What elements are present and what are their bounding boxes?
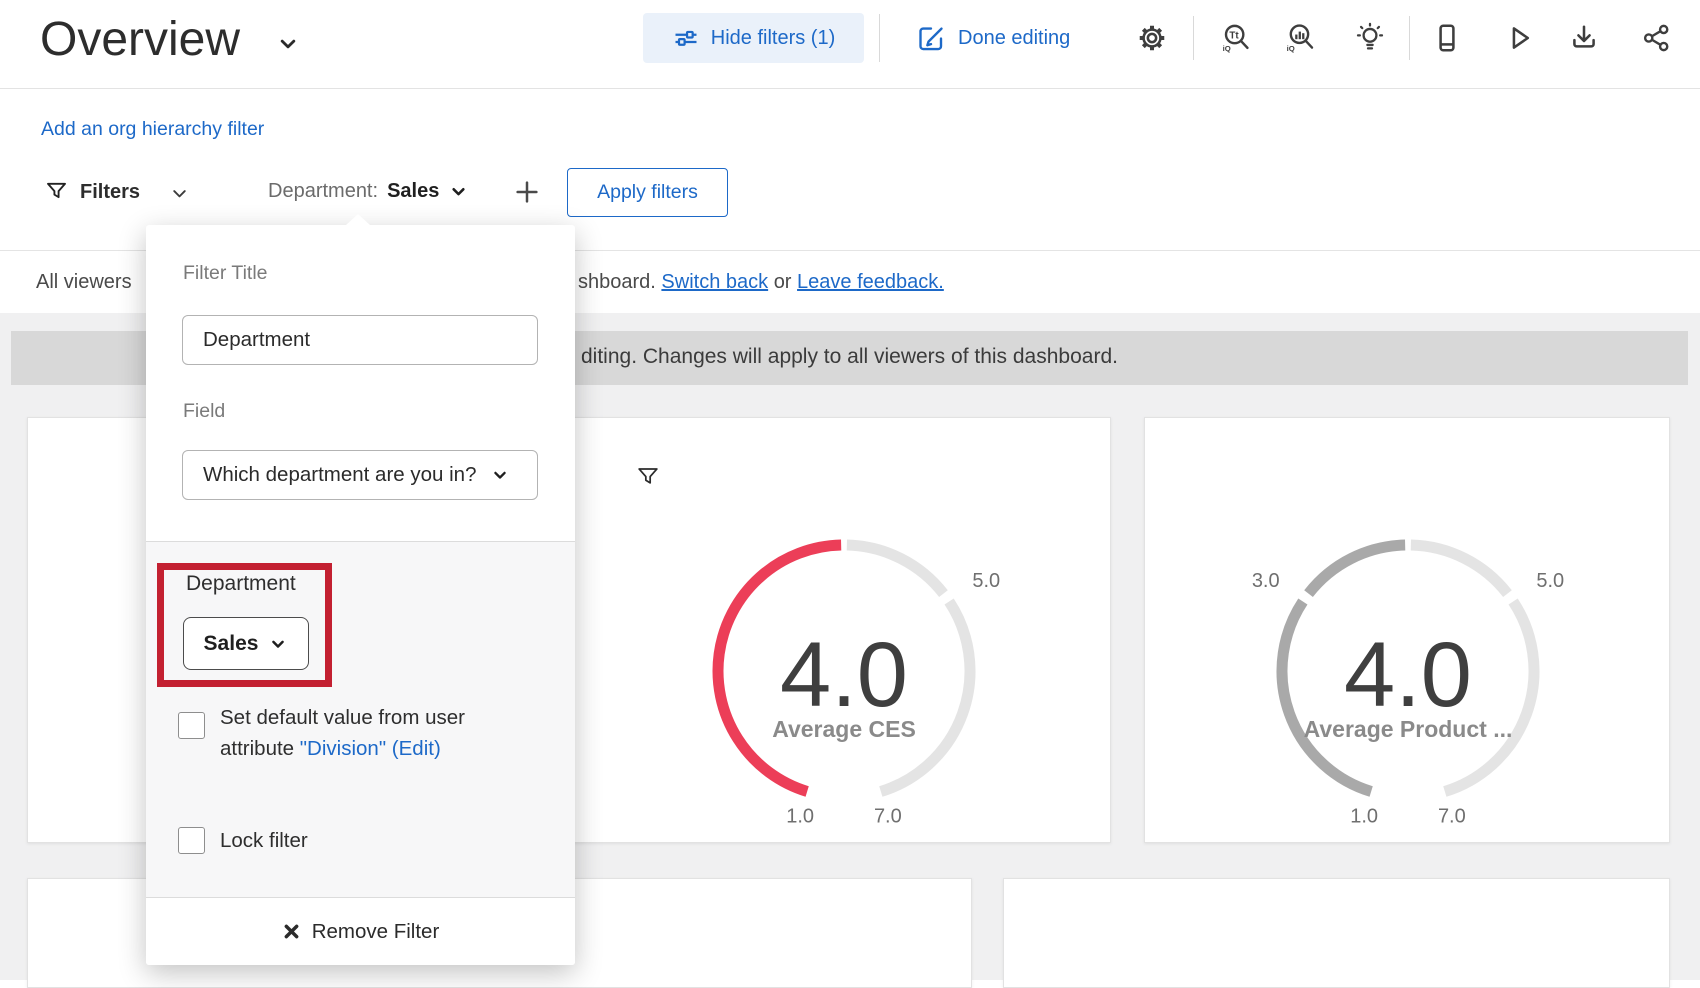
widget-card-average-product: 4.0Average Product ... 1.0 7.0 3.0 5.0 (1144, 417, 1670, 843)
filter-value-dropdown[interactable]: Sales (183, 617, 309, 670)
remove-filter-button[interactable]: Remove Filter (146, 897, 575, 965)
filters-label: Filters (80, 181, 140, 204)
lock-filter-label: Lock filter (220, 829, 308, 853)
svg-text:Average CES: Average CES (772, 716, 916, 742)
top-toolbar: Overview Hide filters (1) Done editing (0, 0, 1700, 89)
sliders-icon (672, 24, 700, 52)
leave-feedback-link[interactable]: Leave feedback. (797, 271, 944, 293)
pill-chevron-down-icon (448, 181, 469, 202)
toolbar-divider (1193, 16, 1194, 60)
popover-caret (346, 214, 370, 225)
set-default-value-checkbox[interactable] (178, 712, 205, 739)
text-iq-icon[interactable]: Tt iQ (1220, 22, 1252, 54)
editing-notice-text: diting. Changes will apply to all viewer… (581, 345, 1118, 369)
edit-pencil-icon (916, 23, 946, 53)
stats-iq-icon[interactable]: iQ (1284, 22, 1316, 54)
filter-value-dropdown-text: Sales (204, 632, 259, 656)
svg-text:7.0: 7.0 (874, 805, 902, 827)
play-icon[interactable] (1503, 22, 1535, 54)
svg-text:5.0: 5.0 (972, 570, 1000, 592)
settings-gear-icon[interactable] (1136, 22, 1168, 54)
funnel-filter-icon (44, 179, 69, 204)
svg-text:1.0: 1.0 (1350, 805, 1378, 827)
remove-x-icon (282, 922, 301, 941)
field-select-chevron-down-icon (490, 465, 510, 485)
gauge-chart-average-product: 4.0Average Product ... 1.0 7.0 3.0 5.0 (1145, 418, 1671, 844)
division-edit-link[interactable]: "Division" (Edit) (300, 737, 441, 760)
filter-pill-value: Sales (387, 180, 439, 203)
hide-filters-button[interactable]: Hide filters (1) (643, 13, 864, 63)
svg-text:4.0: 4.0 (780, 624, 908, 726)
filter-title-input[interactable]: Department (182, 315, 538, 365)
field-select[interactable]: Which department are you in? (182, 450, 538, 500)
field-label: Field (183, 400, 225, 423)
title-chevron-down-icon[interactable] (274, 30, 302, 58)
done-editing-button[interactable]: Done editing (916, 13, 1070, 63)
svg-text:3.0: 3.0 (1252, 570, 1280, 592)
svg-text:1.0: 1.0 (786, 805, 814, 827)
svg-text:Tt: Tt (1229, 31, 1239, 42)
filters-bar: Filters Department: Sales Apply filters (0, 160, 1700, 224)
filter-settings-popover: Filter Title Department Field Which depa… (146, 225, 575, 965)
set-default-value-label: Set default value from user attribute "D… (220, 702, 465, 764)
filter-title-label: Filter Title (183, 262, 268, 285)
page-title: Overview (40, 12, 240, 67)
svg-text:Average Product ...: Average Product ... (1304, 716, 1513, 742)
download-icon[interactable] (1568, 22, 1600, 54)
share-icon[interactable] (1641, 22, 1673, 54)
svg-text:4.0: 4.0 (1344, 624, 1472, 726)
svg-text:5.0: 5.0 (1536, 570, 1564, 592)
apply-filters-button[interactable]: Apply filters (567, 168, 728, 217)
lock-filter-checkbox[interactable] (178, 827, 205, 854)
widget-card-bottom-right (1003, 878, 1670, 988)
org-hierarchy-filter-link[interactable]: Add an org hierarchy filter (41, 118, 264, 141)
department-filter-pill[interactable]: Department: Sales (268, 180, 469, 203)
conjunction: or (774, 271, 792, 293)
add-filter-button[interactable] (512, 177, 542, 207)
svg-text:7.0: 7.0 (1438, 805, 1466, 827)
field-select-value: Which department are you in? (203, 463, 476, 487)
switch-back-link[interactable]: Switch back (661, 271, 768, 293)
mobile-icon[interactable] (1431, 22, 1463, 54)
lightbulb-icon[interactable] (1354, 22, 1386, 54)
audience-label: All viewers (36, 271, 132, 294)
filters-chevron-down-icon[interactable] (168, 182, 191, 205)
message-fragment: shboard. (578, 271, 656, 293)
viewer-message: shboard. Switch back or Leave feedback. (578, 271, 944, 294)
toolbar-divider (1409, 16, 1410, 60)
dropdown-chevron-down-icon (268, 634, 288, 654)
svg-text:iQ: iQ (1223, 44, 1231, 53)
selected-field-label: Department (186, 572, 296, 596)
toolbar-divider (879, 14, 880, 62)
filter-pill-name: Department: (268, 180, 378, 203)
svg-text:iQ: iQ (1287, 44, 1295, 53)
